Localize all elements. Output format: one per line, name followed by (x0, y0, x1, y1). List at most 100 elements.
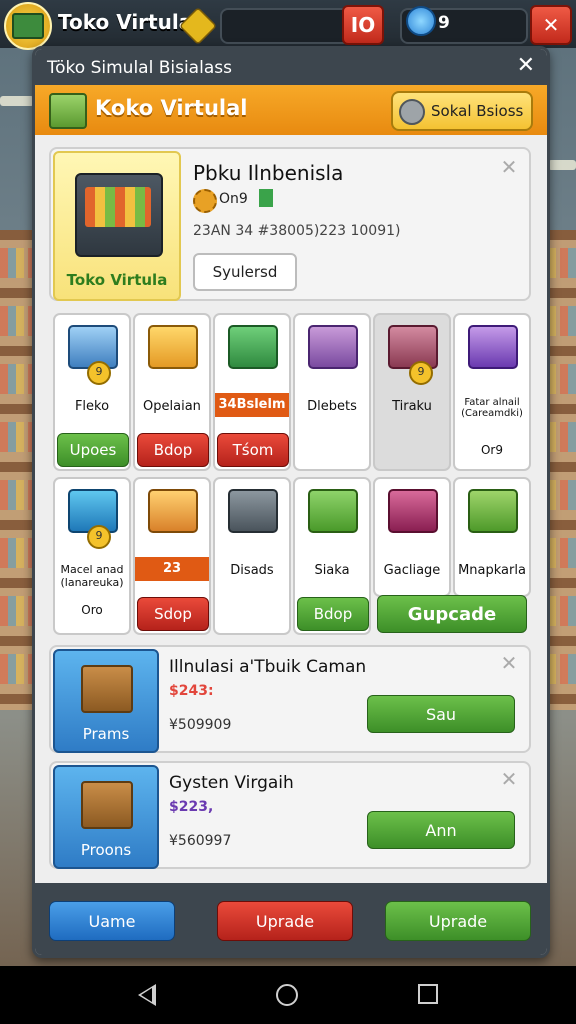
item-name: Dlebets (307, 399, 357, 414)
item-name: Opelaian (143, 399, 201, 414)
vegetable-stand-icon (228, 325, 278, 369)
product-image: Proons (53, 765, 159, 869)
footer-button-1[interactable]: Uame (49, 901, 175, 941)
item-sub: Oro (81, 603, 103, 617)
market-stall-icon (75, 173, 163, 257)
featured-action-button[interactable]: Syulersd (193, 253, 297, 291)
shop-item-tile[interactable]: Dlebets (293, 313, 371, 471)
dismiss-icon[interactable]: ✕ (499, 157, 519, 177)
recent-apps-icon[interactable] (418, 984, 438, 1004)
footer-button-2[interactable]: Uprade (217, 901, 353, 941)
coin-icon (406, 6, 436, 36)
item-name: Tiraku (392, 399, 432, 414)
shop-item-tile[interactable]: Fatar alnail (Careamdki) Or9 (453, 313, 531, 471)
gift-box-icon (81, 665, 133, 713)
product-row: Proons Gysten Virgaih $223, ¥560997 Ann … (49, 761, 531, 869)
shop-item-tile[interactable]: Opelaian Bdop (133, 313, 211, 471)
panel-title: Töko Simulal Bisialass (47, 58, 232, 78)
gift-box-icon (81, 781, 133, 829)
product-image-label: Proons (80, 841, 132, 859)
banner-title: Koko Virtulal (95, 96, 248, 120)
upgrade-wide-button[interactable]: Gupcade (377, 595, 527, 633)
banner-button-label: Sokal Bsioss (431, 102, 524, 120)
book-stand-icon (388, 489, 438, 533)
shop-item-tile[interactable]: Fleko Upoes (53, 313, 131, 471)
shop-item-tile[interactable]: Tiraku (373, 313, 451, 471)
item-name: Siaka (314, 563, 350, 578)
social-business-button[interactable]: Sokal Bsioss (391, 91, 533, 131)
atm-machine-icon (228, 489, 278, 533)
computer-stand-icon (468, 325, 518, 369)
produce-stall-icon (468, 489, 518, 533)
item-action-button[interactable]: Bdop (297, 597, 369, 631)
shop-item-tile[interactable]: Mnapkarla (453, 477, 531, 597)
level-badge: 9 (87, 525, 111, 549)
product-action-button[interactable]: Ann (367, 811, 515, 849)
featured-details: 23AN 34 #38005)223 10091) (193, 223, 401, 239)
item-name: 23 Bellader (135, 557, 209, 600)
shop-item-tile[interactable]: Siaka Bdop (293, 477, 371, 635)
featured-image-label: Toko Virtula (66, 271, 168, 289)
product-value: ¥560997 (169, 833, 232, 849)
system-nav-bar (0, 966, 576, 1024)
level-badge: 9 (87, 361, 111, 385)
store-logo-icon (4, 2, 52, 50)
item-name: Macel anad (lanareuka) (60, 563, 124, 589)
back-icon[interactable] (138, 984, 156, 1006)
featured-title: Pbku Ilnbenisla (193, 161, 344, 185)
panel-close-button[interactable]: ✕ (517, 53, 535, 78)
product-action-button[interactable]: Sau (367, 695, 515, 733)
item-name: 34Bslelm (215, 393, 289, 417)
product-price: $223, (169, 799, 214, 815)
product-row: Prams Illnulasi a'Tbuik Caman $243: ¥509… (49, 645, 531, 753)
shop-item-tile[interactable]: Macel anad (lanareuka) Oro (53, 477, 131, 635)
ceiling-light (0, 96, 34, 106)
cash-register-icon (49, 93, 87, 129)
coin-count: 9 (438, 13, 450, 33)
ceiling-light (548, 160, 576, 170)
dismiss-icon[interactable]: ✕ (499, 653, 519, 673)
home-icon[interactable] (276, 984, 298, 1006)
footer-button-3[interactable]: Uprade (385, 901, 531, 941)
record-button[interactable]: IO (342, 5, 384, 45)
product-title: Gysten Virgaih (169, 773, 294, 793)
item-action-button[interactable]: Sdop (137, 597, 209, 631)
product-price: $243: (169, 683, 214, 699)
featured-item-card: Toko Virtula Pbku Ilnbenisla On9 23AN 34… (49, 147, 531, 301)
product-image-label: Prams (82, 725, 130, 743)
item-name: Mnapkarla (458, 563, 526, 578)
bakery-stall-icon (308, 489, 358, 533)
settings-icon (399, 99, 425, 125)
shop-item-tile[interactable]: 23 Bellader Sdop (133, 477, 211, 635)
panel-header: Töko Simulal Bisialass ✕ (35, 49, 547, 85)
toy-stall-icon (148, 489, 198, 533)
product-value: ¥509909 (169, 717, 232, 733)
shop-banner: Koko Virtulal Sokal Bsioss (35, 85, 547, 135)
candy-shelf-icon (308, 325, 358, 369)
level-badge: 9 (409, 361, 433, 385)
featured-meta: On9 (219, 191, 248, 207)
item-name: Gacliage (383, 563, 441, 578)
item-sub: Or9 (480, 443, 503, 457)
flag-icon (259, 189, 273, 207)
top-status-bar: Toko Virtula IO 9 ✕ (0, 0, 576, 50)
item-action-button[interactable]: Tśom (217, 433, 289, 467)
shop-item-tile[interactable]: 34Bslelm Tśom (213, 313, 291, 471)
app-title: Toko Virtula (58, 10, 193, 34)
close-game-button[interactable]: ✕ (530, 5, 572, 45)
item-action-button[interactable]: Bdop (137, 433, 209, 467)
food-stall-icon (148, 325, 198, 369)
gear-icon (193, 189, 217, 213)
featured-item-image: Toko Virtula (53, 151, 181, 301)
shop-item-tile[interactable]: Gacliage (373, 477, 451, 597)
item-name: Fleko (74, 399, 110, 414)
shop-panel: Töko Simulal Bisialass ✕ Koko Virtulal S… (32, 46, 550, 958)
product-title: Illnulasi a'Tbuik Caman (169, 657, 367, 677)
product-image: Prams (53, 649, 159, 753)
item-action-button[interactable]: Upoes (57, 433, 129, 467)
panel-footer: Uame Uprade Uprade (35, 883, 547, 955)
item-name: Disads (230, 563, 274, 578)
dismiss-icon[interactable]: ✕ (499, 769, 519, 789)
shop-item-tile[interactable]: Disads (213, 477, 291, 635)
item-name: Fatar alnail (Careamdki) (461, 397, 523, 419)
